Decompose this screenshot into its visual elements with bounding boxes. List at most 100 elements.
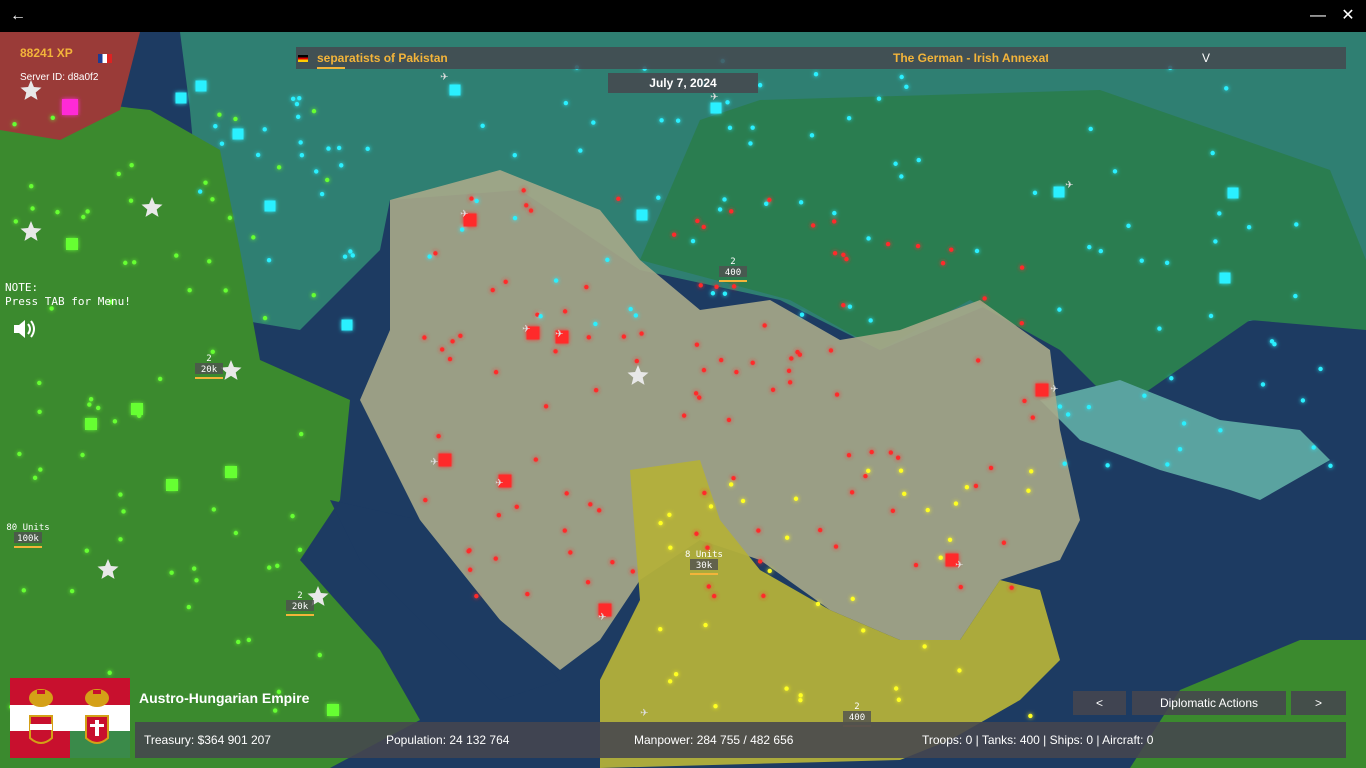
city-dot-green [297, 547, 303, 553]
city-dot-yellow [938, 555, 943, 560]
city-dot-red [533, 457, 539, 462]
city-square-cyan[interactable] [195, 80, 207, 92]
city-dot-cyan [809, 133, 815, 138]
city-dot-red [493, 556, 498, 561]
city-dot-red [841, 252, 846, 257]
city-dot-cyan [1105, 463, 1110, 468]
city-dot-green [211, 507, 217, 512]
city-dot-green [55, 209, 60, 215]
city-square-green[interactable] [66, 238, 78, 250]
city-dot-green [80, 452, 85, 458]
city-dot-green [325, 177, 330, 183]
city-dot-red [564, 491, 569, 496]
unit-count-label: 2 [297, 591, 302, 601]
close-icon[interactable]: ✕ [1330, 0, 1366, 32]
city-dot-red [706, 584, 712, 589]
airbase-icon[interactable]: ✈ [460, 209, 468, 220]
city-square-cyan[interactable] [636, 209, 648, 221]
city-dot-cyan [1260, 382, 1266, 387]
city-dot-red [711, 593, 717, 599]
city-dot-cyan [757, 82, 763, 88]
airbase-icon[interactable]: ✈ [710, 92, 718, 103]
city-square-green[interactable] [131, 403, 143, 415]
city-dot-yellow [658, 520, 663, 526]
city-dot-cyan [727, 125, 733, 131]
airbase-icon[interactable]: ✈ [955, 560, 963, 571]
city-dot-green [191, 566, 197, 571]
city-dot-cyan [591, 120, 596, 125]
diplomacy-next-button[interactable]: > [1291, 691, 1346, 715]
city-dot-red [863, 473, 868, 479]
city-dot-green [246, 637, 252, 643]
ticker-dropdown-icon[interactable]: V [1202, 51, 1210, 65]
airbase-icon[interactable]: ✈ [1050, 384, 1058, 395]
city-square-cyan[interactable] [232, 128, 244, 140]
city-square-cyan[interactable] [449, 84, 461, 96]
city-dot-cyan [656, 195, 661, 200]
city-square-green[interactable] [166, 479, 178, 491]
airbase-icon[interactable]: ✈ [598, 612, 606, 623]
city-dot-cyan [904, 84, 909, 90]
city-dot-cyan [266, 258, 272, 263]
city-dot-red [828, 348, 834, 353]
city-square-cyan[interactable] [1053, 186, 1065, 198]
airbase-icon[interactable]: ✈ [522, 324, 530, 335]
city-square-red[interactable] [438, 453, 452, 467]
city-dot-red [584, 284, 589, 290]
airbase-icon[interactable]: ✈ [555, 329, 563, 340]
city-dot-yellow [673, 671, 679, 677]
unit-count-label: 2 [854, 702, 859, 712]
airbase-icon[interactable]: ✈ [1065, 180, 1073, 191]
city-dot-cyan [298, 140, 303, 145]
city-dot-cyan [798, 200, 804, 205]
city-square-green[interactable] [327, 704, 339, 716]
city-dot-green [317, 652, 323, 658]
city-dot-cyan [1088, 126, 1093, 132]
city-dot-red [810, 223, 816, 228]
airbase-icon[interactable]: ✈ [430, 457, 438, 468]
city-dot-red [890, 508, 896, 513]
city-dot-cyan [659, 118, 664, 123]
city-dot-red [585, 579, 591, 585]
airbase-icon[interactable]: ✈ [495, 478, 503, 489]
airbase-icon[interactable]: ✈ [640, 708, 648, 719]
city-dot-red [562, 309, 568, 314]
city-dot-red [869, 449, 874, 455]
city-dot-red [787, 380, 793, 385]
world-map[interactable]: ✈✈ ✈✈✈✈✈✈✈✈✈✈2400220k80 Units100k220k8 Un… [0, 32, 1366, 768]
diplomatic-actions-button[interactable]: Diplomatic Actions [1132, 691, 1286, 715]
city-square-green[interactable] [85, 418, 97, 430]
diplomacy-prev-button[interactable]: < [1073, 691, 1126, 715]
city-dot-yellow [947, 537, 953, 542]
city-dot-red [731, 284, 737, 289]
city-dot-cyan [763, 201, 769, 206]
city-square-red[interactable] [1035, 383, 1049, 397]
city-dot-green [157, 376, 163, 382]
city-dot-red [831, 219, 837, 224]
city-dot-green [69, 588, 75, 594]
xp-counter: 88241 XP [20, 46, 73, 60]
city-square-cyan[interactable] [341, 319, 353, 331]
city-square-cyan[interactable] [264, 200, 276, 212]
back-arrow-icon[interactable]: ← [0, 0, 36, 32]
city-square-cyan[interactable] [175, 92, 187, 104]
city-square-cyan[interactable] [710, 102, 722, 114]
city-dot-cyan [255, 152, 261, 158]
city-square-cyan[interactable] [1219, 272, 1231, 284]
city-dot-cyan [299, 153, 305, 158]
city-dot-yellow [667, 679, 673, 684]
ticker-underline [317, 67, 345, 69]
city-dot-green [21, 588, 27, 593]
server-id: Server ID: d8a0f2 [20, 72, 99, 83]
city-square-cyan[interactable] [1227, 187, 1239, 199]
city-dot-cyan [1210, 150, 1215, 156]
city-square-magenta[interactable] [62, 99, 78, 115]
city-dot-red [596, 508, 602, 513]
city-square-green[interactable] [225, 466, 237, 478]
city-dot-green [88, 397, 94, 402]
airbase-icon[interactable]: ✈ [440, 72, 448, 83]
speaker-icon[interactable] [12, 318, 38, 340]
city-dot-red [634, 358, 640, 364]
city-dot-red [849, 490, 855, 495]
city-dot-yellow [713, 704, 718, 709]
